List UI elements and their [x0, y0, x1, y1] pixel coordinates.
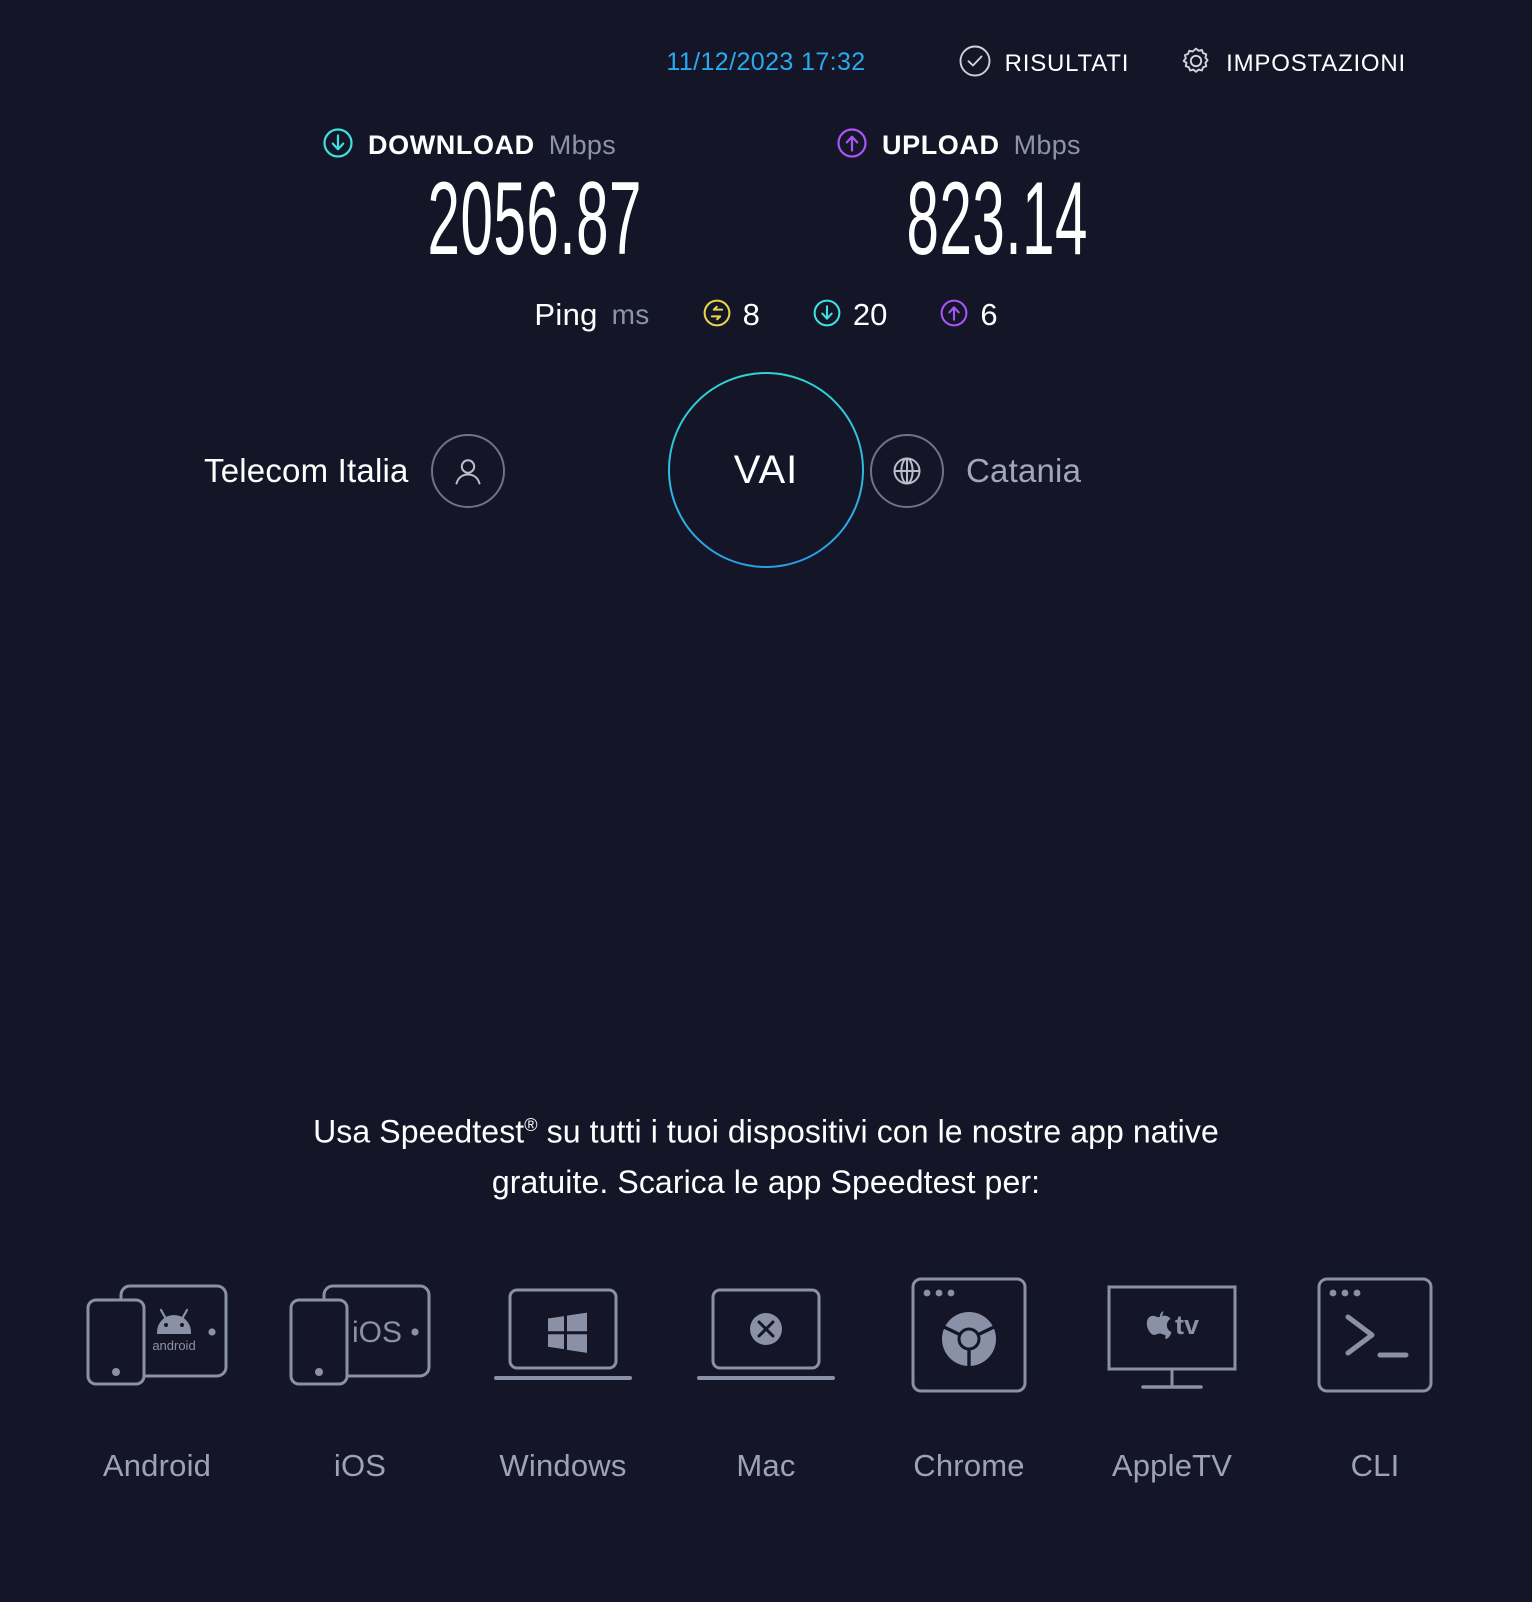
gear-icon	[1179, 44, 1213, 83]
nav-item-results-label: RISULTATI	[1004, 49, 1130, 77]
arrow-up-circle-icon	[939, 298, 969, 333]
app-appletv[interactable]: tv AppleTV	[1071, 1260, 1274, 1484]
upload-header: UPLOAD Mbps	[836, 125, 1156, 165]
upload-label: UPLOAD	[882, 129, 1000, 160]
isp-info[interactable]: Telecom Italia	[204, 434, 505, 508]
app-android[interactable]: android Android	[56, 1260, 259, 1484]
globe-icon	[870, 434, 944, 508]
upload-metric: UPLOAD Mbps 823.14	[836, 125, 1156, 271]
test-control-row: Telecom Italia VAI Catania	[0, 372, 1532, 572]
chrome-browser-icon	[884, 1260, 1054, 1410]
app-windows-label: Windows	[499, 1448, 627, 1483]
download-label: DOWNLOAD	[368, 129, 535, 160]
results-panel: DOWNLOAD Mbps 2056.87 UPLOAD Mbps 823.14…	[0, 125, 1532, 332]
ping-row: Ping ms 8 20 6	[0, 297, 1532, 333]
main-nav: RISULTATI IMPOSTAZIONI	[958, 44, 1406, 83]
upload-unit: Mbps	[1013, 129, 1081, 160]
terminal-window-icon	[1290, 1260, 1460, 1410]
promo-line1-after: su tutti i tuoi dispositivi con le nostr…	[537, 1113, 1219, 1150]
svg-text:android: android	[152, 1338, 195, 1353]
app-chrome-label: Chrome	[913, 1448, 1025, 1483]
app-ios[interactable]: iOS iOS	[259, 1260, 462, 1484]
arrow-up-circle-icon	[836, 127, 868, 164]
download-header: DOWNLOAD Mbps	[322, 125, 642, 165]
nav-item-results[interactable]: RISULTATI	[958, 44, 1130, 83]
go-button[interactable]: VAI	[668, 372, 864, 568]
go-button-label: VAI	[733, 447, 799, 492]
svg-text:tv: tv	[1175, 1310, 1199, 1340]
ping-idle-value: 8	[742, 297, 760, 332]
upload-value: 823.14	[906, 161, 1088, 277]
app-appletv-label: AppleTV	[1111, 1448, 1233, 1483]
ping-unit: ms	[611, 299, 650, 330]
app-mac[interactable]: Mac	[665, 1260, 868, 1484]
speedtest-app: 11/12/2023 17:32 RISULTATI IMPOSTAZIONI …	[0, 0, 1532, 1602]
ping-upload-stat: 6	[939, 297, 998, 333]
arrow-down-circle-icon	[322, 127, 354, 164]
nav-item-settings-label: IMPOSTAZIONI	[1226, 49, 1406, 77]
mac-laptop-icon	[681, 1260, 851, 1410]
person-icon	[430, 434, 505, 508]
windows-laptop-icon	[478, 1260, 648, 1410]
app-mac-label: Mac	[736, 1448, 796, 1483]
top-bar: 11/12/2023 17:32 RISULTATI IMPOSTAZIONI	[0, 0, 1532, 112]
download-unit: Mbps	[548, 129, 617, 160]
registered-mark: ®	[524, 1115, 538, 1135]
arrow-down-circle-icon	[812, 298, 842, 333]
promo-line1-before: Usa Speedtest	[313, 1113, 525, 1150]
ping-upload-value: 6	[980, 297, 998, 332]
ping-download-stat: 20	[812, 297, 887, 333]
app-android-label: Android	[102, 1448, 212, 1483]
download-value: 2056.87	[427, 161, 642, 277]
ping-label: Ping	[534, 297, 598, 332]
android-tablet-phone-icon: android	[72, 1260, 242, 1410]
ping-idle-stat: 8	[702, 297, 760, 333]
isp-name: Telecom Italia	[204, 452, 409, 489]
exchange-circle-icon	[702, 298, 732, 333]
svg-text:iOS: iOS	[352, 1316, 402, 1349]
appletv-monitor-icon: tv	[1087, 1260, 1257, 1410]
apps-promo: Usa Speedtest® su tutti i tuoi dispositi…	[0, 1100, 1532, 1207]
app-cli-label: CLI	[1350, 1448, 1400, 1483]
check-circle-icon	[958, 44, 992, 83]
promo-text: Usa Speedtest® su tutti i tuoi dispositi…	[251, 1100, 1281, 1207]
ping-download-value: 20	[852, 297, 888, 332]
app-chrome[interactable]: Chrome	[868, 1260, 1071, 1484]
app-cli[interactable]: CLI	[1274, 1260, 1477, 1484]
nav-item-settings[interactable]: IMPOSTAZIONI	[1179, 44, 1406, 83]
server-info[interactable]: Catania	[870, 434, 1081, 508]
apps-list: android Android iOS iOS Windows Mac Chro…	[0, 1260, 1532, 1484]
app-ios-label: iOS	[333, 1448, 387, 1483]
download-metric: DOWNLOAD Mbps 2056.87	[322, 125, 642, 271]
app-windows[interactable]: Windows	[462, 1260, 665, 1484]
speed-metrics: DOWNLOAD Mbps 2056.87 UPLOAD Mbps 823.14	[0, 125, 1532, 285]
server-name: Catania	[966, 452, 1082, 489]
ios-tablet-phone-icon: iOS	[275, 1260, 445, 1410]
promo-line2: gratuite. Scarica le app Speedtest per:	[491, 1163, 1041, 1200]
